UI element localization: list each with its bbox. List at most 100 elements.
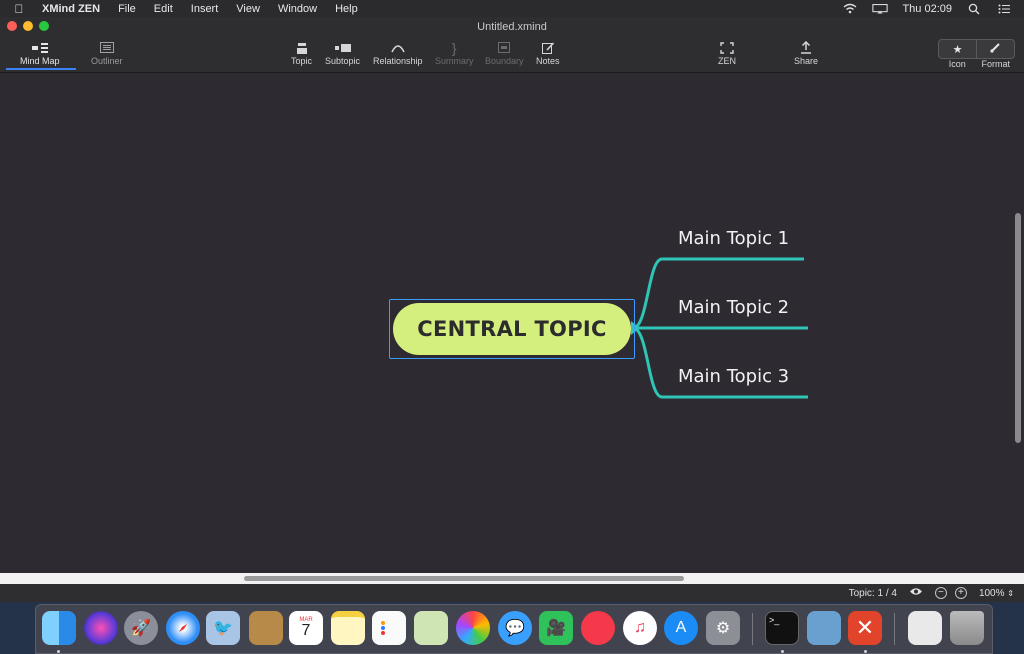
archive-icon[interactable]: [908, 611, 942, 645]
share-button[interactable]: Share: [794, 39, 818, 66]
central-topic[interactable]: CENTRAL TOPIC: [393, 303, 631, 355]
show-hide-eye-icon[interactable]: [909, 587, 923, 599]
zen-icon: [720, 39, 734, 56]
horizontal-scrollbar-track: [0, 573, 1024, 584]
finder-icon[interactable]: [42, 611, 76, 645]
brush-icon: [990, 40, 1001, 58]
main-topic-3[interactable]: Main Topic 3: [678, 366, 789, 387]
photos-icon[interactable]: [456, 611, 490, 645]
relationship-icon: [390, 39, 406, 56]
notes-icon: [541, 39, 554, 56]
share-label: Share: [794, 56, 819, 66]
preview-icon[interactable]: [807, 611, 841, 645]
apple-icon[interactable]: : [0, 2, 38, 16]
spotlight-search-icon[interactable]: [966, 3, 982, 15]
notes-app-icon[interactable]: [331, 611, 365, 645]
topic-button[interactable]: Topic: [291, 39, 312, 66]
wifi-icon[interactable]: [842, 3, 858, 15]
zoom-level-select[interactable]: 100% ⇕: [979, 588, 1014, 599]
format-panel-label: Format: [981, 59, 1010, 69]
title-toolbar: Untitled.xmind Mind Map Outliner Topic S…: [0, 17, 1024, 73]
menu-help[interactable]: Help: [326, 3, 367, 15]
menu-bar:  XMind ZEN File Edit Insert View Window…: [0, 0, 1024, 17]
window-title: Untitled.xmind: [477, 21, 547, 33]
zoom-out-button[interactable]: −: [934, 587, 947, 599]
boundary-icon: [498, 39, 511, 56]
star-icon: ★: [952, 43, 963, 56]
terminal-icon[interactable]: >_: [765, 611, 799, 645]
central-topic-selection[interactable]: CENTRAL TOPIC: [389, 299, 635, 359]
summary-icon: }: [451, 39, 457, 56]
relationship-label: Relationship: [373, 56, 423, 66]
notes-button[interactable]: Notes: [536, 39, 560, 66]
contacts-icon[interactable]: [249, 611, 283, 645]
zen-button[interactable]: ZEN: [718, 39, 736, 66]
tab-outliner-label: Outliner: [91, 56, 123, 66]
vertical-scrollbar[interactable]: [1015, 213, 1021, 443]
itunes-icon[interactable]: ♫: [623, 611, 657, 645]
menu-window[interactable]: Window: [269, 3, 326, 15]
menu-edit[interactable]: Edit: [145, 3, 182, 15]
trash-icon[interactable]: [950, 611, 984, 645]
boundary-label: Boundary: [485, 56, 524, 66]
maps-icon[interactable]: [414, 611, 448, 645]
xmind-zen-icon[interactable]: ✕: [848, 611, 882, 645]
subtopic-icon: [334, 39, 351, 56]
main-topic-2[interactable]: Main Topic 2: [678, 297, 789, 318]
zen-label: ZEN: [718, 56, 736, 66]
tab-mind-map-label: Mind Map: [20, 56, 60, 66]
topic-count: Topic: 1 / 4: [848, 587, 897, 599]
horizontal-scrollbar[interactable]: [244, 576, 684, 581]
topic-icon: [296, 39, 308, 56]
calendar-icon[interactable]: MAR 7: [289, 611, 323, 645]
system-preferences-icon[interactable]: ⚙: [706, 611, 740, 645]
subtopic-button[interactable]: Subtopic: [325, 39, 360, 66]
safari-icon[interactable]: [166, 611, 200, 645]
zoom-in-button[interactable]: +: [954, 587, 967, 599]
dock-separator: [752, 613, 753, 645]
notification-center-icon[interactable]: [996, 3, 1012, 15]
dock: 🚀 🐦 MAR 7 💬 🎥 ♫ A ⚙ >_ ✕: [35, 604, 993, 654]
summary-button[interactable]: } Summary: [435, 39, 474, 67]
menubar-clock[interactable]: Thu 02:09: [902, 3, 952, 15]
status-bar: Topic: 1 / 4 − + 100% ⇕: [0, 584, 1024, 602]
topic-label: Topic: [291, 56, 313, 66]
main-topic-1[interactable]: Main Topic 1: [678, 228, 789, 249]
news-icon[interactable]: [581, 611, 615, 645]
format-panel-toggle[interactable]: [977, 40, 1014, 58]
zoom-level: 100%: [978, 587, 1005, 599]
active-tab-indicator: [6, 68, 76, 70]
terminal-running-indicator: [781, 650, 784, 653]
mind-map-canvas[interactable]: CENTRAL TOPIC Main Topic 1 Main Topic 2 …: [0, 73, 1024, 573]
reminders-icon[interactable]: [372, 611, 406, 645]
mind-map-icon: [31, 39, 48, 56]
mail-icon[interactable]: 🐦: [206, 611, 240, 645]
messages-icon[interactable]: 💬: [498, 611, 532, 645]
finder-running-indicator: [57, 650, 60, 653]
stepper-icon: ⇕: [1007, 588, 1014, 598]
dock-separator-2: [894, 613, 895, 645]
siri-icon[interactable]: [84, 611, 118, 645]
relationship-button[interactable]: Relationship: [373, 39, 423, 66]
airplay-display-icon[interactable]: [872, 3, 889, 15]
tab-mind-map[interactable]: Mind Map: [20, 39, 60, 66]
outliner-icon: [99, 39, 114, 56]
launchpad-icon[interactable]: 🚀: [124, 611, 158, 645]
share-icon: [800, 39, 812, 56]
calendar-day: 7: [301, 622, 311, 639]
tab-outliner[interactable]: Outliner: [91, 39, 123, 66]
menu-app-name[interactable]: XMind ZEN: [38, 3, 109, 15]
boundary-button[interactable]: Boundary: [485, 39, 524, 66]
subtopic-label: Subtopic: [325, 56, 361, 66]
icon-panel-toggle[interactable]: ★: [939, 40, 977, 58]
menu-insert[interactable]: Insert: [182, 3, 228, 15]
panel-toggle-labels: Icon Format: [938, 59, 1015, 69]
xmind-running-indicator: [864, 650, 867, 653]
xmind-window: Untitled.xmind Mind Map Outliner Topic S…: [0, 17, 1024, 602]
notes-label: Notes: [536, 56, 560, 66]
menu-view[interactable]: View: [227, 3, 269, 15]
app-store-icon[interactable]: A: [664, 611, 698, 645]
menu-file[interactable]: File: [109, 3, 145, 15]
panel-toggle-group: ★: [938, 39, 1015, 59]
facetime-icon[interactable]: 🎥: [539, 611, 573, 645]
